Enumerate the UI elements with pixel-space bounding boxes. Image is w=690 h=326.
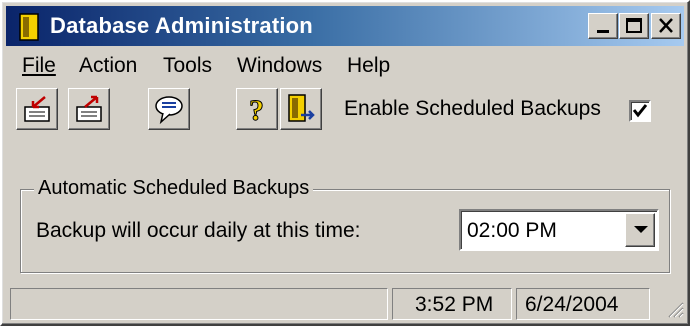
chevron-down-icon [634, 226, 648, 233]
menu-file[interactable]: File [22, 54, 56, 78]
menu-action-label: Action [79, 54, 138, 77]
backup-time-label: Backup will occur daily at this time: [36, 219, 361, 242]
menu-windows[interactable]: Windows [237, 54, 322, 78]
maximize-button[interactable] [619, 13, 649, 39]
status-date: 6/24/2004 [525, 293, 619, 316]
status-time-panel: 3:52 PM [392, 288, 512, 320]
menu-tools-label: Tools [163, 54, 213, 77]
close-icon [659, 18, 673, 33]
svg-text:?: ? [249, 94, 264, 125]
minimize-button[interactable] [588, 13, 618, 39]
resize-grip-icon[interactable] [666, 300, 684, 318]
menu-file-label: File [22, 54, 56, 77]
status-date-panel: 6/24/2004 [516, 288, 650, 320]
export-button[interactable] [68, 88, 110, 130]
backup-time-dropdown-button[interactable] [625, 213, 655, 247]
database-app-icon [19, 13, 39, 41]
export-icon [76, 95, 102, 122]
enable-scheduled-backups-checkbox[interactable] [629, 100, 651, 122]
maximize-icon [626, 18, 642, 33]
backup-time-value: 02:00 PM [467, 219, 557, 242]
exit-button[interactable] [280, 88, 322, 130]
checkmark-icon [632, 104, 648, 118]
status-time: 3:52 PM [415, 293, 494, 316]
import-button[interactable] [16, 88, 58, 130]
group-title: Automatic Scheduled Backups [34, 177, 314, 200]
window-title: Database Administration [50, 13, 313, 38]
help-button[interactable]: ? [236, 88, 278, 130]
backup-time-select[interactable]: 02:00 PM [459, 209, 659, 251]
menu-windows-label: Windows [237, 54, 323, 77]
exit-door-icon [288, 94, 315, 122]
chat-bubble-icon [155, 96, 183, 125]
enable-scheduled-backups-label: Enable Scheduled Backups [344, 97, 601, 120]
status-message-panel [10, 288, 388, 320]
menu-help[interactable]: Help [347, 54, 390, 78]
menu-tools[interactable]: Tools [163, 54, 212, 78]
import-icon [24, 96, 50, 122]
minimize-icon [597, 30, 609, 33]
main-window: Database Administration File Action Tool… [0, 0, 690, 326]
chat-button[interactable] [148, 88, 190, 130]
title-bar[interactable]: Database Administration [6, 6, 684, 46]
help-icon: ? [249, 94, 265, 126]
menu-action[interactable]: Action [79, 54, 137, 78]
close-button[interactable] [651, 13, 681, 39]
menu-help-label: Help [347, 54, 391, 77]
